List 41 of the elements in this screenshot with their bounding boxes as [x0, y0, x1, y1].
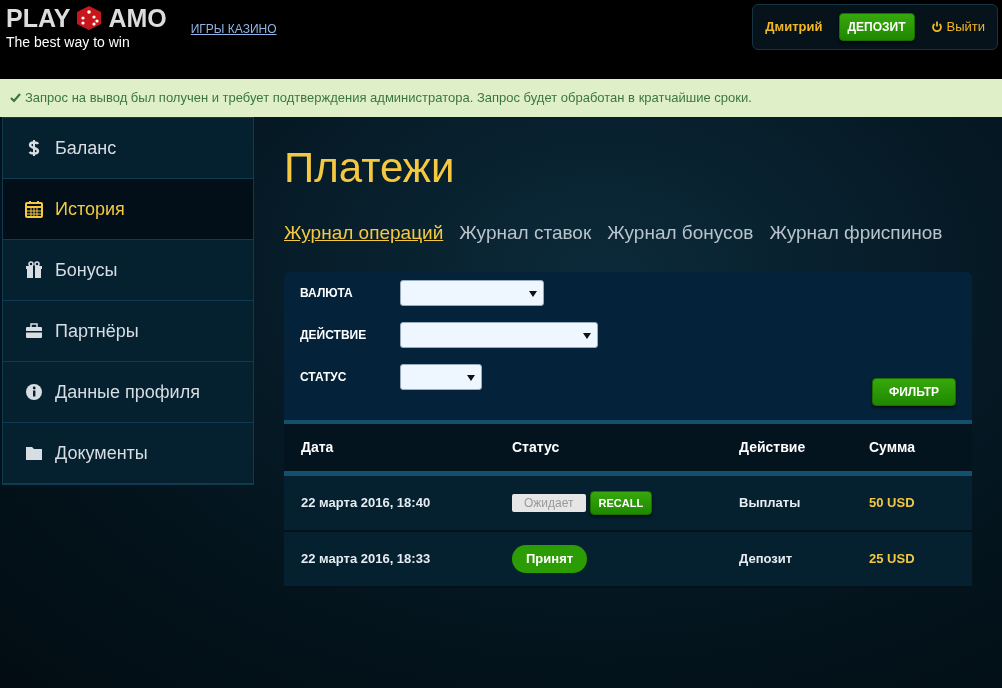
logo-text: PLAY: [6, 5, 71, 31]
logout-link[interactable]: Выйти: [946, 17, 985, 37]
tab[interactable]: Журнал фриспинов: [769, 219, 943, 248]
tagline: The best way to win: [6, 33, 131, 52]
filter-label: СТАТУС: [300, 368, 348, 386]
sidebar-item[interactable]: История: [3, 179, 253, 240]
recall-button[interactable]: RECALL: [589, 490, 653, 515]
table-cell-text: Депозит: [739, 550, 794, 569]
status-label: Ожидает: [512, 493, 586, 512]
table-cell-text: 22 марта 2016, 18:33: [300, 550, 432, 569]
filter-label: ДЕЙСТВИЕ: [300, 326, 368, 344]
filter-button[interactable]: ФИЛЬТР: [871, 377, 956, 406]
info-icon: [25, 383, 43, 401]
power-icon[interactable]: [930, 21, 943, 33]
column-header: Статус: [512, 437, 561, 457]
table-cell-text: 22 марта 2016, 18:40: [300, 494, 432, 513]
calendar-icon: [25, 200, 43, 218]
table-cell-text: Выплаты: [739, 494, 802, 513]
column-header: Дата: [300, 437, 335, 457]
table-cell-text: 25 USD: [869, 550, 916, 569]
deposit-button[interactable]: ДЕПОЗИТ: [838, 13, 915, 41]
logo-text: AMO: [108, 5, 167, 31]
select-field[interactable]: [400, 363, 482, 390]
column-header: Действие: [739, 437, 807, 457]
status-label: Принят: [512, 545, 588, 573]
nav-link[interactable]: ИГРЫ КАЗИНО: [190, 20, 277, 38]
gift-icon: [25, 261, 43, 279]
tab[interactable]: Журнал бонусов: [607, 219, 754, 248]
page-title: Платежи: [284, 143, 456, 193]
select-field[interactable]: [400, 279, 544, 306]
folder-icon: [25, 444, 43, 462]
filter-label: ВАЛЮТА: [300, 284, 354, 302]
user-name[interactable]: Дмитрий: [765, 17, 823, 37]
tab[interactable]: Журнал операций: [284, 219, 444, 248]
alert-message: Запрос на вывод был получен и требует подтверждения администратора. Запрос будет обработан в кратчайшие сроки.: [25, 89, 752, 108]
briefcase-icon: [25, 322, 43, 340]
check-icon: [10, 93, 21, 103]
tab[interactable]: Журнал ставок: [459, 219, 592, 248]
select-field[interactable]: [400, 321, 598, 348]
column-header: Сумма: [869, 437, 917, 457]
table-cell-text: 50 USD: [869, 494, 916, 513]
